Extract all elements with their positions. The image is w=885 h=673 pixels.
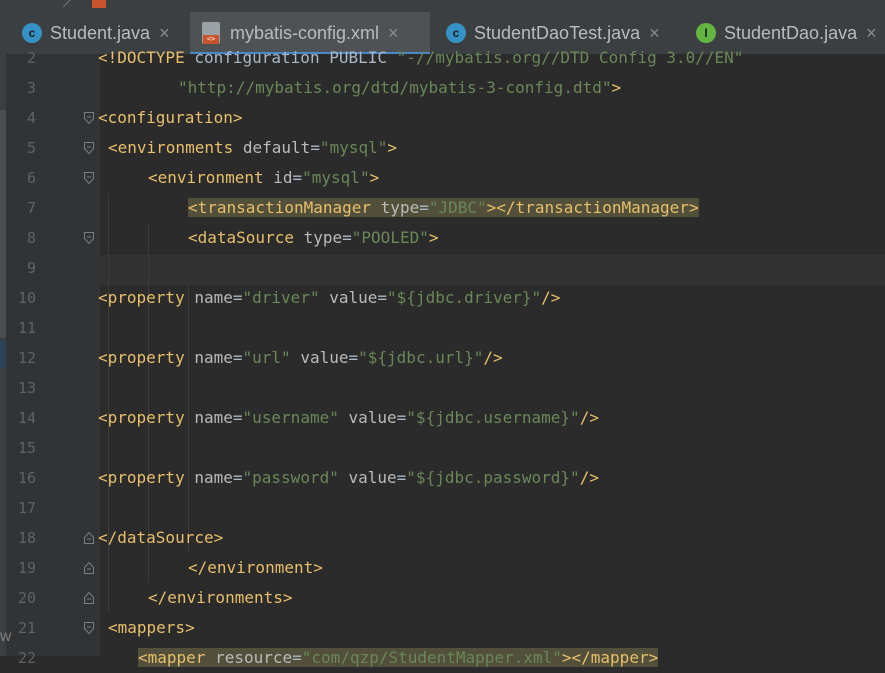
fold-open-icon[interactable]	[84, 112, 94, 124]
fold-close-icon[interactable]	[84, 532, 94, 544]
java-class-icon: c	[22, 23, 42, 43]
code-text: "http://mybatis.org/dtd/mybatis-3-config…	[178, 78, 622, 97]
line-number: 22	[17, 649, 36, 667]
line-number: 14	[17, 409, 36, 427]
code-text: </environments>	[148, 588, 293, 607]
code-text: <environments default="mysql">	[108, 138, 398, 157]
code-line[interactable]: 18 </dataSource>	[0, 523, 885, 553]
line-number: 3	[26, 79, 36, 97]
line-number: 17	[17, 499, 36, 517]
line-number: 15	[17, 439, 36, 457]
code-text: <environment id="mysql">	[148, 168, 380, 187]
code-line[interactable]: 7 <transactionManager type="JDBC"></trans…	[0, 193, 885, 223]
tab-label: StudentDaoTest.java	[474, 22, 641, 43]
fold-open-icon[interactable]	[84, 622, 94, 634]
code-text: <property name="url" value="${jdbc.url}"…	[98, 348, 503, 367]
file-type-icon	[92, 0, 106, 8]
code-line[interactable]: 3 "http://mybatis.org/dtd/mybatis-3-confi…	[0, 73, 885, 103]
line-number: 16	[17, 469, 36, 487]
code-line[interactable]: 6 <environment id="mysql">	[0, 163, 885, 193]
code-line[interactable]: 12 <property name="url" value="${jdbc.url…	[0, 343, 885, 373]
code-text: <dataSource type="POOLED">	[188, 228, 439, 247]
line-number: 10	[17, 289, 36, 307]
code-text: <!DOCTYPE configuration PUBLIC "-//mybat…	[98, 48, 744, 67]
line-number: 19	[17, 559, 36, 577]
fold-close-icon[interactable]	[84, 592, 94, 604]
line-number: 13	[17, 379, 36, 397]
code-text: <transactionManager type="JDBC"></transa…	[188, 198, 699, 217]
code-line[interactable]: 22 <mapper resource="com/qzp/StudentMappe…	[0, 643, 885, 673]
code-line[interactable]: 14 <property name="username" value="${jdb…	[0, 403, 885, 433]
code-text: <configuration>	[98, 108, 243, 127]
line-number: 2	[26, 49, 36, 67]
close-icon[interactable]: ×	[866, 23, 877, 44]
code-text: <property name="driver" value="${jdbc.dr…	[98, 288, 561, 307]
fold-open-icon[interactable]	[84, 142, 94, 154]
fold-open-icon[interactable]	[84, 172, 94, 184]
code-line[interactable]: 16 <property name="password" value="${jdb…	[0, 463, 885, 493]
line-number: 7	[26, 199, 36, 217]
java-test-class-icon: c	[446, 23, 466, 43]
fold-open-icon[interactable]	[84, 232, 94, 244]
code-line[interactable]: 11	[0, 313, 885, 343]
line-number: 9	[26, 259, 36, 277]
code-line[interactable]: 5 <environments default="mysql">	[0, 133, 885, 163]
code-line[interactable]: 2 <!DOCTYPE configuration PUBLIC "-//myba…	[0, 43, 885, 73]
code-text: <mapper resource="com/qzp/StudentMapper.…	[138, 648, 659, 667]
line-number: 8	[26, 229, 36, 247]
code-text: </environment>	[188, 558, 323, 577]
line-number: 5	[26, 139, 36, 157]
code-line[interactable]: 9	[0, 253, 885, 283]
close-icon[interactable]: ×	[649, 23, 660, 44]
fold-close-icon[interactable]	[84, 562, 94, 574]
line-number: 11	[17, 319, 36, 337]
code-line[interactable]: 8 <dataSource type="POOLED">	[0, 223, 885, 253]
code-line[interactable]: 21 <mappers>	[0, 613, 885, 643]
code-line[interactable]: 20 </environments>	[0, 583, 885, 613]
panel-edge-text: W	[0, 630, 12, 644]
code-line[interactable]: 19 </environment>	[0, 553, 885, 583]
navigation-bar	[0, 0, 885, 12]
code-text: <property name="password" value="${jdbc.…	[98, 468, 599, 487]
code-line[interactable]: 17	[0, 493, 885, 523]
code-line[interactable]: 10 <property name="driver" value="${jdbc.…	[0, 283, 885, 313]
code-line[interactable]: 13	[0, 373, 885, 403]
code-text: </dataSource>	[98, 528, 224, 547]
xml-file-icon	[202, 22, 220, 44]
line-number: 20	[17, 589, 36, 607]
line-number: 6	[26, 169, 36, 187]
code-text: <mappers>	[108, 618, 195, 637]
code-line[interactable]: 4 <configuration>	[0, 103, 885, 133]
java-interface-icon: I	[696, 23, 716, 43]
code-text: <property name="username" value="${jdbc.…	[98, 408, 599, 427]
close-icon[interactable]: ×	[159, 23, 170, 44]
code-line[interactable]: 15	[0, 433, 885, 463]
tab-label: StudentDao.java	[724, 22, 858, 43]
line-number: 18	[17, 529, 36, 547]
close-icon[interactable]: ×	[388, 23, 399, 44]
line-number: 4	[26, 109, 36, 127]
tab-label: Student.java	[50, 22, 151, 43]
tab-label: mybatis-config.xml	[230, 22, 380, 43]
breadcrumb-separator-icon	[55, 0, 72, 8]
line-number: 12	[17, 349, 36, 367]
